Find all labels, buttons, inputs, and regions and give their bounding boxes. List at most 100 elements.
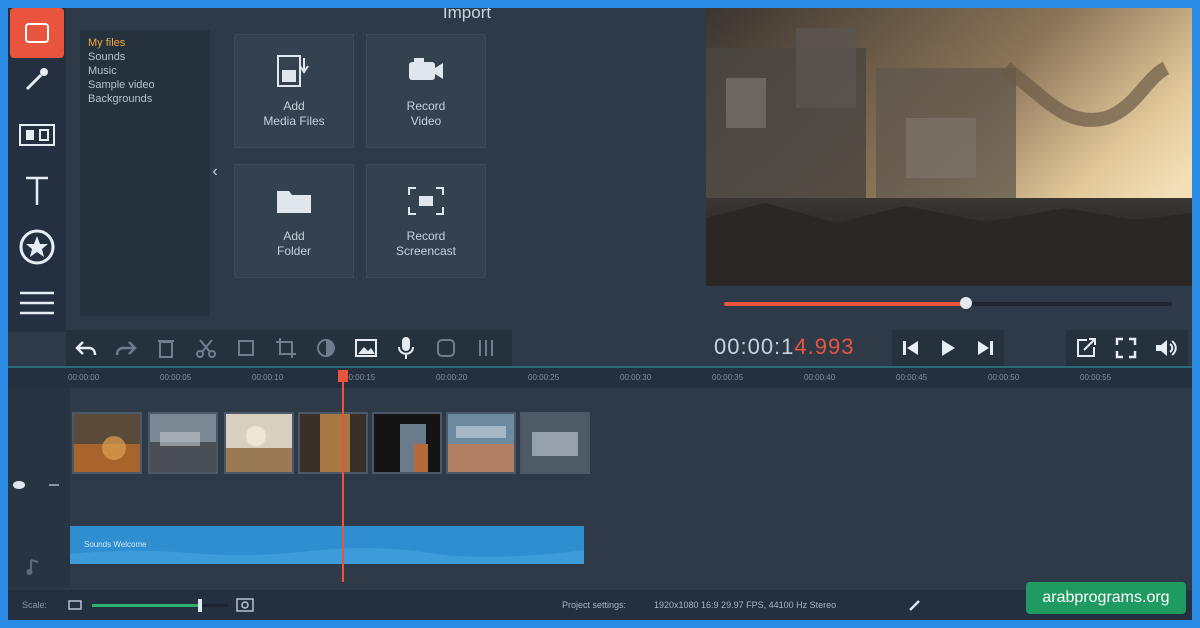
audio-waveform — [70, 547, 584, 564]
ruler-tick: 00:00:50 — [988, 373, 1020, 382]
export-icon — [1077, 338, 1096, 357]
library-item-my-files[interactable]: My files — [88, 36, 210, 50]
scrubber-handle[interactable] — [959, 297, 972, 309]
text-icon — [26, 176, 48, 205]
library-item-backgrounds[interactable]: Backgrounds — [88, 92, 210, 106]
overlay-icon — [437, 339, 455, 357]
timecode-main: 00:00:1 — [714, 334, 795, 359]
redo-button[interactable] — [106, 333, 146, 363]
cut-button[interactable] — [186, 333, 226, 363]
filters-tool-button[interactable] — [10, 54, 64, 104]
transitions-icon — [19, 124, 55, 146]
library-item-music[interactable]: Music — [88, 64, 210, 78]
undo-button[interactable] — [66, 333, 106, 363]
clip-thumbnail — [74, 414, 140, 472]
folder-icon — [277, 191, 311, 213]
audio-clip[interactable]: Sounds Welcome — [70, 526, 584, 564]
play-button[interactable] — [929, 330, 966, 366]
add-media-icon — [277, 55, 309, 87]
ruler-tick: 00:00:20 — [436, 373, 468, 382]
ruler-tick: 00:00:25 — [528, 373, 560, 382]
delete-button[interactable] — [146, 333, 186, 363]
eye-icon[interactable] — [12, 480, 26, 490]
timecode-ms: 4.993 — [794, 334, 855, 359]
ruler-tick: 00:00:30 — [620, 373, 652, 382]
more-tool-button[interactable] — [10, 278, 64, 328]
video-clip[interactable] — [520, 412, 590, 474]
chevron-left-icon: ‹ — [212, 163, 218, 180]
track-controls — [8, 388, 70, 588]
crop-button[interactable] — [266, 333, 306, 363]
video-clip[interactable] — [298, 412, 368, 474]
image-properties-button[interactable] — [346, 333, 386, 363]
zoom-in-icon[interactable] — [236, 597, 254, 613]
video-clip[interactable] — [224, 412, 294, 474]
video-clip[interactable] — [72, 412, 142, 474]
video-clip[interactable] — [446, 412, 516, 474]
clip-thumbnail — [300, 414, 366, 472]
ruler-tick: 00:00:45 — [896, 373, 928, 382]
skip-back-icon — [902, 341, 918, 355]
preview-scrubber[interactable] — [724, 297, 1172, 309]
library-item-sample-video[interactable]: Sample video — [88, 78, 210, 92]
add-media-files-tile[interactable]: Add Media Files — [234, 34, 354, 148]
zoom-slider-fill — [92, 604, 199, 607]
playhead-handle[interactable] — [338, 370, 348, 382]
video-clip[interactable] — [372, 412, 442, 474]
contrast-icon — [317, 339, 335, 357]
volume-icon — [1156, 340, 1177, 356]
zoom-slider-handle[interactable] — [198, 599, 203, 612]
transitions-tool-button[interactable] — [10, 110, 64, 160]
clip-thumbnail — [226, 414, 292, 472]
timeline-ruler[interactable]: 00:00:00 00:00:05 00:00:10 00:00:15 00:0… — [8, 366, 1192, 390]
record-audio-button[interactable] — [386, 333, 426, 363]
edit-toolbar — [66, 330, 512, 366]
screencast-icon — [408, 187, 444, 215]
zoom-out-icon[interactable] — [68, 598, 82, 612]
volume-button[interactable] — [1146, 330, 1186, 366]
ruler-tick: 00:00:35 — [712, 373, 744, 382]
audio-clip-label: Sounds Welcome — [84, 540, 147, 549]
equalizer-button[interactable] — [466, 333, 506, 363]
track-mute-icon[interactable] — [48, 480, 60, 490]
collapse-panel-button[interactable]: ‹ — [208, 158, 222, 186]
playback-controls — [892, 330, 1004, 366]
microphone-icon — [398, 337, 414, 359]
overlay-button[interactable] — [426, 333, 466, 363]
library-item-sounds[interactable]: Sounds — [88, 50, 210, 64]
import-icon — [25, 23, 49, 43]
library-list: My files Sounds Music Sample video Backg… — [80, 30, 210, 316]
ruler-tick: 00:00:55 — [1080, 373, 1112, 382]
skip-forward-button[interactable] — [966, 330, 1003, 366]
timecode-display: 00:00:14.993 — [714, 334, 854, 360]
tile-label: Record Screencast — [395, 229, 457, 258]
crop-icon — [276, 338, 296, 358]
import-tool-button[interactable] — [10, 8, 64, 58]
camera-icon — [409, 58, 443, 80]
record-screencast-tile[interactable]: Record Screencast — [366, 164, 486, 278]
image-icon — [355, 339, 377, 357]
video-preview — [706, 8, 1192, 286]
color-adjust-button[interactable] — [306, 333, 346, 363]
tile-label: Add Folder — [276, 229, 311, 258]
scrubber-progress — [724, 302, 966, 306]
music-note-icon — [26, 559, 39, 575]
export-frame-button[interactable] — [1066, 330, 1106, 366]
stickers-tool-button[interactable] — [10, 222, 64, 272]
menu-icon — [20, 291, 54, 315]
pencil-icon[interactable] — [908, 598, 922, 612]
side-toolbar — [8, 8, 66, 332]
app-window: Import My files Sounds Music Sample vide… — [8, 8, 1192, 620]
fullscreen-button[interactable] — [1106, 330, 1146, 366]
watermark: arabprograms.org — [1026, 582, 1186, 614]
skip-back-button[interactable] — [892, 330, 929, 366]
panel-title: Import — [442, 8, 492, 22]
playhead[interactable] — [342, 370, 344, 582]
record-video-tile[interactable]: Record Video — [366, 34, 486, 148]
rotate-button[interactable] — [226, 333, 266, 363]
add-folder-tile[interactable]: Add Folder — [234, 164, 354, 278]
tile-label: Add Media Files — [263, 99, 325, 128]
titles-tool-button[interactable] — [10, 166, 64, 216]
video-clip[interactable] — [148, 412, 218, 474]
zoom-slider[interactable] — [92, 599, 228, 612]
